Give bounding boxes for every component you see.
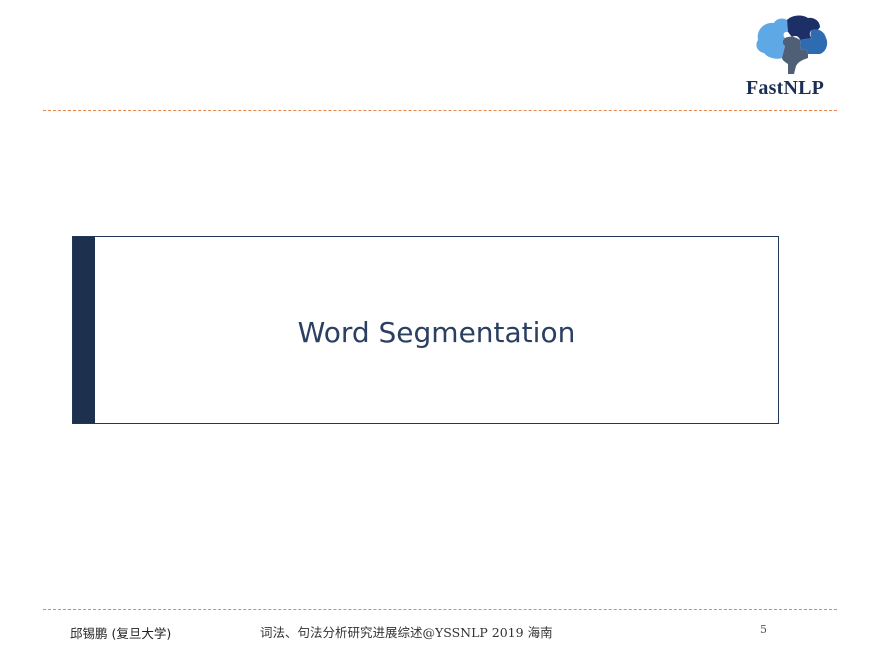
brain-puzzle-icon bbox=[756, 15, 828, 74]
footer-talk-title: 词法、句法分析研究进展综述@YSSNLP 2019 海南 bbox=[260, 625, 553, 640]
logo-text: FastNLP bbox=[746, 77, 825, 99]
page-number: 5 bbox=[760, 623, 767, 636]
slide: FastNLP Word Segmentation 邱锡鹏 (复旦大学) 词法、… bbox=[0, 0, 881, 660]
section-accent-bar bbox=[73, 237, 95, 423]
section-title: Word Segmentation bbox=[297, 315, 576, 349]
section-title-box: Word Segmentation bbox=[72, 236, 779, 424]
header-divider bbox=[43, 110, 837, 111]
footer-divider bbox=[43, 609, 837, 610]
footer-author: 邱锡鹏 (复旦大学) bbox=[70, 626, 172, 641]
fastnlp-logo: FastNLP bbox=[738, 14, 850, 106]
